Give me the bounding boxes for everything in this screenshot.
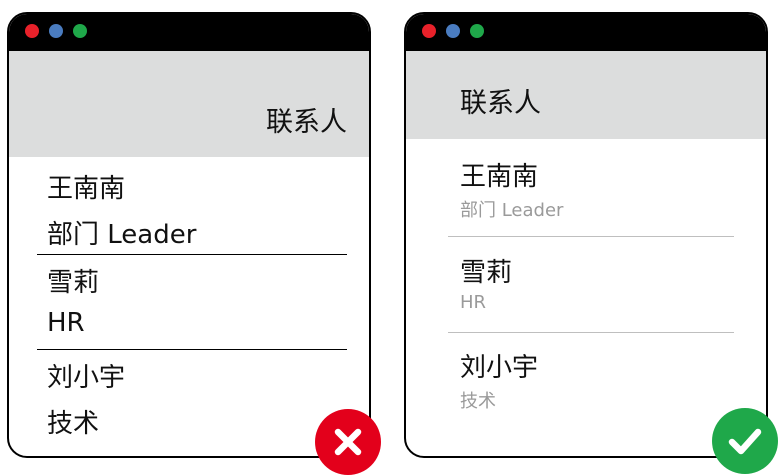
contact-role: 技术 (47, 409, 100, 439)
contact-name: 王南南 (460, 162, 539, 192)
divider (448, 332, 734, 333)
close-dot-icon[interactable] (25, 24, 39, 38)
maximize-dot-icon[interactable] (73, 24, 87, 38)
maximize-dot-icon[interactable] (470, 24, 484, 38)
contact-name: 雪莉 (47, 268, 100, 298)
window-titlebar (406, 14, 766, 51)
contact-role: 部门 Leader (47, 220, 197, 250)
incorrect-example-window: 联系人 王南南 部门 Leader 雪莉 HR 刘小宇 技术 (7, 12, 371, 458)
close-dot-icon[interactable] (422, 24, 436, 38)
contact-name: 刘小宇 (460, 353, 539, 383)
divider (37, 254, 347, 255)
divider (448, 236, 734, 237)
contact-name: 雪莉 (460, 258, 513, 288)
cross-icon (334, 428, 362, 456)
divider (37, 349, 347, 350)
minimize-dot-icon[interactable] (446, 24, 460, 38)
contact-role: 部门 Leader (460, 200, 564, 221)
contact-name: 王南南 (47, 174, 126, 204)
contacts-header: 联系人 (406, 51, 766, 139)
minimize-dot-icon[interactable] (49, 24, 63, 38)
contact-role: HR (47, 308, 85, 338)
contacts-header: 联系人 (9, 51, 369, 157)
window-titlebar (9, 14, 369, 51)
correct-example-window: 联系人 王南南 部门 Leader 雪莉 HR 刘小宇 技术 (404, 12, 768, 458)
contact-role: 技术 (460, 391, 496, 412)
contact-role: HR (460, 292, 487, 313)
page-title: 联系人 (460, 88, 541, 119)
correct-badge (712, 408, 778, 474)
incorrect-badge (315, 409, 381, 475)
page-title: 联系人 (266, 107, 347, 138)
contact-name: 刘小宇 (47, 363, 126, 393)
check-icon (728, 428, 762, 455)
